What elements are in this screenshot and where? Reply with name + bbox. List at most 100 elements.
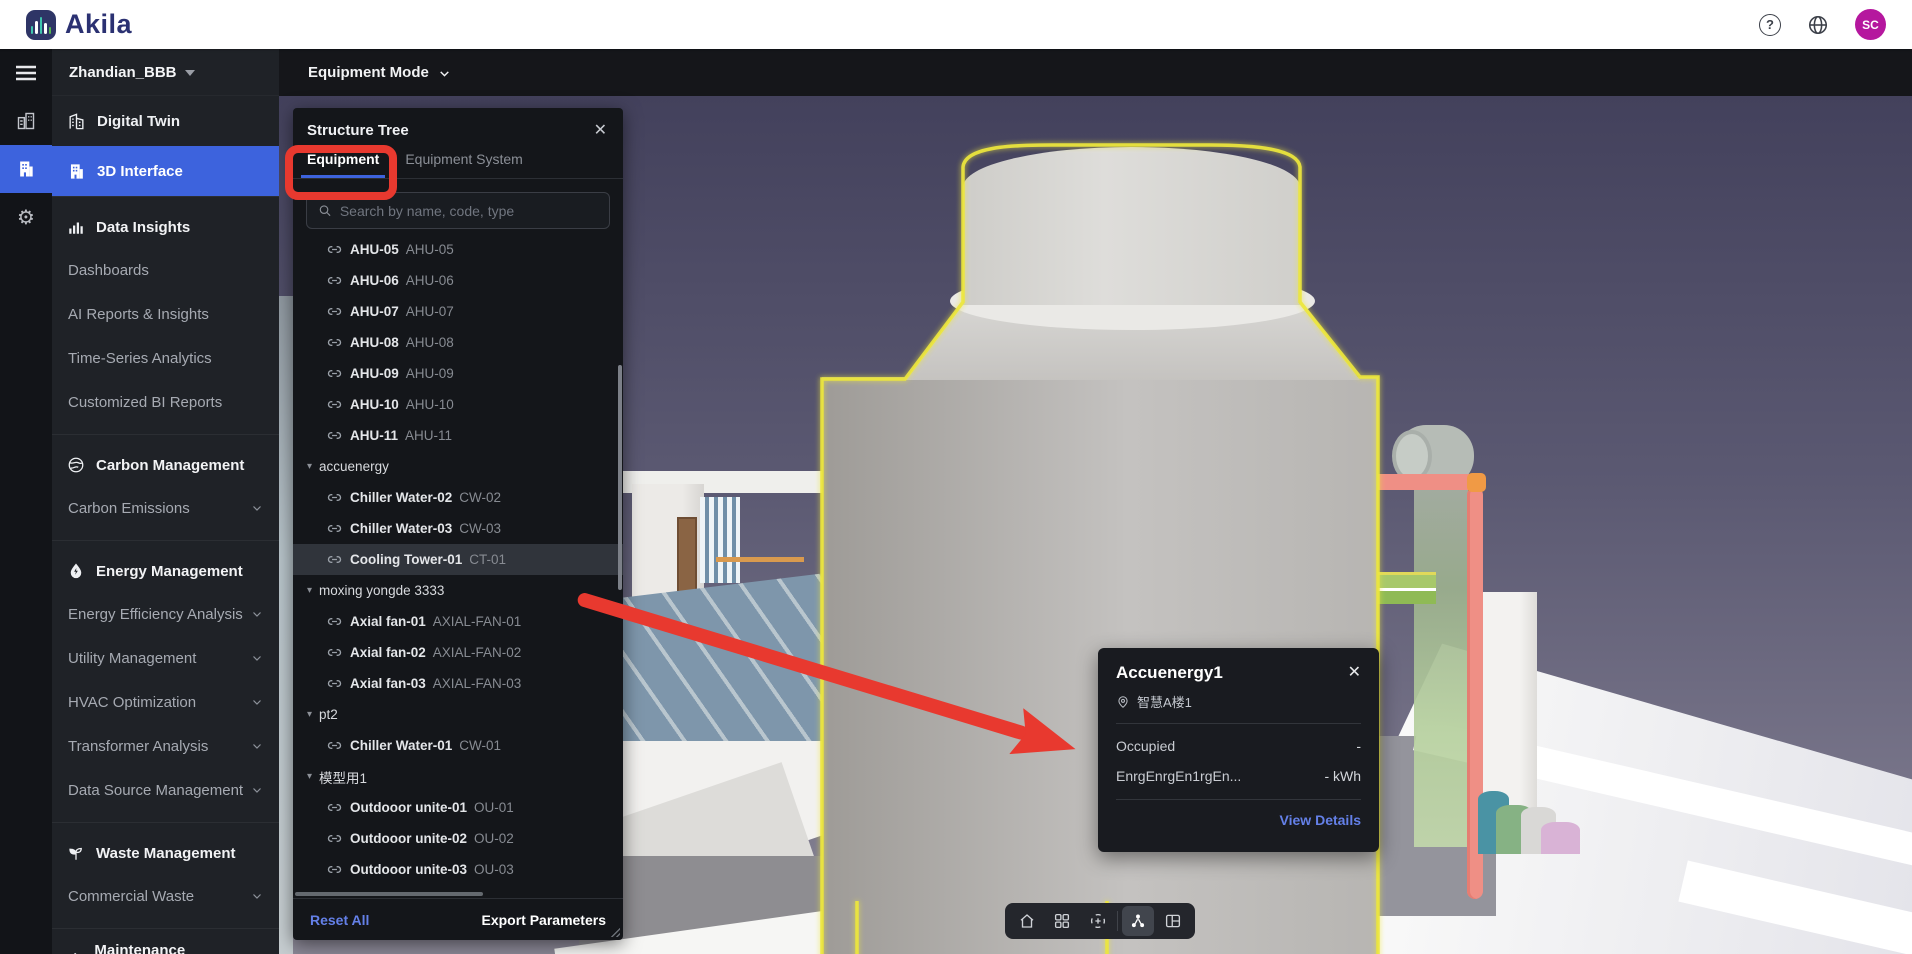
brand-name: Akila [65, 9, 132, 40]
chevron-down-icon [251, 652, 263, 664]
equipment-code: AHU-08 [406, 335, 454, 350]
sidebar-item-utility-management[interactable]: Utility Management [52, 636, 279, 680]
rail-3d-interface-icon[interactable] [0, 145, 52, 193]
equipment-code: AXIAL-FAN-03 [433, 676, 522, 691]
chevron-down-icon [251, 890, 263, 902]
equipment-code: AHU-10 [406, 397, 454, 412]
tree-row[interactable]: ▾ accuenergy [293, 451, 623, 482]
tree-row[interactable]: ▾ AHU-08 AHU-08 [293, 327, 623, 358]
caret-down-icon[interactable]: ▾ [307, 709, 312, 720]
link-icon [326, 520, 343, 537]
resize-grip[interactable] [610, 927, 620, 937]
sidebar-item-time-series[interactable]: Time-Series Analytics [52, 336, 279, 380]
tree-row[interactable]: ▾ Chiller Water-03 CW-03 [293, 513, 623, 544]
equipment-name: 模型用1 [319, 767, 367, 787]
sidebar-item-commercial-waste[interactable]: Commercial Waste [52, 874, 279, 918]
scene-pipe-elbow [1467, 473, 1486, 492]
toolbar-divider [1117, 911, 1118, 931]
project-selector[interactable]: Zhandian_BBB [52, 49, 279, 96]
sidebar-item-3d-interface[interactable]: 3D Interface [52, 146, 279, 196]
caret-down-icon [185, 70, 195, 76]
equipment-name: Outdooor unite-03 [350, 862, 467, 877]
link-icon [326, 303, 343, 320]
tab-equipment[interactable]: Equipment [307, 151, 379, 178]
equipment-code: AHU-06 [406, 273, 454, 288]
search-input[interactable] [340, 203, 598, 219]
tree-row[interactable]: ▾ AHU-09 AHU-09 [293, 358, 623, 389]
layout-panels-icon[interactable] [1157, 906, 1189, 936]
project-name: Zhandian_BBB [69, 64, 177, 81]
link-icon [326, 241, 343, 258]
equipment-search[interactable] [306, 192, 610, 229]
tree-row[interactable]: ▾ AHU-11 AHU-11 [293, 420, 623, 451]
equipment-code: CT-01 [469, 552, 506, 567]
sidebar-item-hvac-optimization[interactable]: HVAC Optimization [52, 680, 279, 724]
tree-row[interactable]: ▾ Axial fan-01 AXIAL-FAN-01 [293, 606, 623, 637]
tree-row[interactable]: ▾ AHU-05 AHU-05 [293, 234, 623, 265]
vertical-scrollbar[interactable] [618, 365, 622, 590]
sidebar-item-transformer-analysis[interactable]: Transformer Analysis [52, 724, 279, 768]
scene-solar-panels [604, 573, 826, 741]
tree-row[interactable]: ▾ Outdooor unite-02 OU-02 [293, 823, 623, 854]
sidebar-item-data-source-management[interactable]: Data Source Management [52, 768, 279, 812]
tree-row[interactable]: ▾ AHU-10 AHU-10 [293, 389, 623, 420]
panel-footer: Reset All Export Parameters [293, 898, 623, 940]
tree-row[interactable]: ▾ Axial fan-03 AXIAL-FAN-03 [293, 668, 623, 699]
tree-row[interactable]: ▾ Chiller Water-01 CW-01 [293, 730, 623, 761]
tree-row[interactable]: ▾ moxing yongde 3333 [293, 575, 623, 606]
horizontal-scrollbar[interactable] [295, 892, 483, 896]
export-parameters-button[interactable]: Export Parameters [481, 912, 606, 928]
tree-row[interactable]: ▾ AHU-07 AHU-07 [293, 296, 623, 327]
sidebar-item-digital-twin[interactable]: Digital Twin [52, 96, 279, 146]
apps-grid-icon[interactable] [1046, 906, 1078, 936]
tree-row[interactable]: ▾ AHU-06 AHU-06 [293, 265, 623, 296]
equipment-name: AHU-11 [350, 428, 398, 443]
akila-logo[interactable]: Akila [26, 9, 132, 40]
location-pin-icon [1116, 695, 1130, 709]
section-header-data-insights: Data Insights [52, 206, 279, 248]
settings-gear-icon[interactable]: ⚙ [0, 193, 52, 241]
focus-target-icon[interactable] [1082, 906, 1114, 936]
home-icon[interactable] [1011, 906, 1043, 936]
popup-row-occupied: Occupied - [1116, 738, 1361, 754]
sidebar-item-energy-efficiency[interactable]: Energy Efficiency Analysis [52, 592, 279, 636]
tree-row[interactable]: ▾ Outdooor unite-01 OU-01 [293, 792, 623, 823]
link-icon [326, 675, 343, 692]
section-header-maintenance: Maintenance Management [52, 938, 279, 954]
view-details-link[interactable]: View Details [1280, 812, 1361, 828]
tree-row[interactable]: ▾ pt2 [293, 699, 623, 730]
equipment-tree-list: ▾ AHU-05 AHU-05 ▾ AHU-06 AHU-06 ▾ AHU-07… [293, 234, 623, 885]
popup-title: Accuenergy1 [1116, 663, 1223, 683]
equipment-name: Outdooor unite-01 [350, 800, 467, 815]
equipment-code: OU-02 [474, 831, 514, 846]
sidebar-item-dashboards[interactable]: Dashboards [52, 248, 279, 292]
menu-hamburger-icon[interactable] [0, 49, 52, 97]
caret-down-icon[interactable]: ▾ [307, 461, 312, 472]
help-icon[interactable]: ? [1759, 14, 1781, 36]
scene-building-strip [279, 296, 293, 954]
sidebar-item-carbon-emissions[interactable]: Carbon Emissions [52, 486, 279, 530]
sidebar-item-custom-bi[interactable]: Customized BI Reports [52, 380, 279, 424]
tree-row[interactable]: ▾ Cooling Tower-01 CT-01 [293, 544, 623, 575]
avatar[interactable]: SC [1855, 9, 1886, 40]
building-icon [67, 162, 86, 181]
rail-digital-twin-icon[interactable] [0, 97, 52, 145]
tree-row[interactable]: ▾ 模型用1 [293, 761, 623, 792]
popup-location: 智慧A楼1 [1137, 692, 1192, 711]
tree-row[interactable]: ▾ Axial fan-02 AXIAL-FAN-02 [293, 637, 623, 668]
equipment-hierarchy-icon[interactable] [1122, 906, 1154, 936]
tree-row[interactable]: ▾ Chiller Water-02 CW-02 [293, 482, 623, 513]
sidebar-item-ai-reports[interactable]: AI Reports & Insights [52, 292, 279, 336]
close-icon[interactable]: ✕ [594, 123, 607, 139]
equipment-name: AHU-10 [350, 397, 399, 412]
tree-row[interactable]: ▾ Outdooor unite-03 OU-03 [293, 854, 623, 885]
mode-selector[interactable]: Equipment Mode [279, 49, 1912, 96]
caret-down-icon[interactable]: ▾ [307, 585, 312, 596]
close-icon[interactable]: ✕ [1348, 665, 1361, 681]
language-globe-icon[interactable] [1807, 14, 1829, 36]
caret-down-icon[interactable]: ▾ [307, 771, 312, 782]
equipment-code: OU-03 [474, 862, 514, 877]
reset-all-button[interactable]: Reset All [310, 912, 369, 928]
tab-equipment-system[interactable]: Equipment System [405, 151, 523, 178]
section-energy-management: Energy Management Energy Efficiency Anal… [52, 540, 279, 822]
